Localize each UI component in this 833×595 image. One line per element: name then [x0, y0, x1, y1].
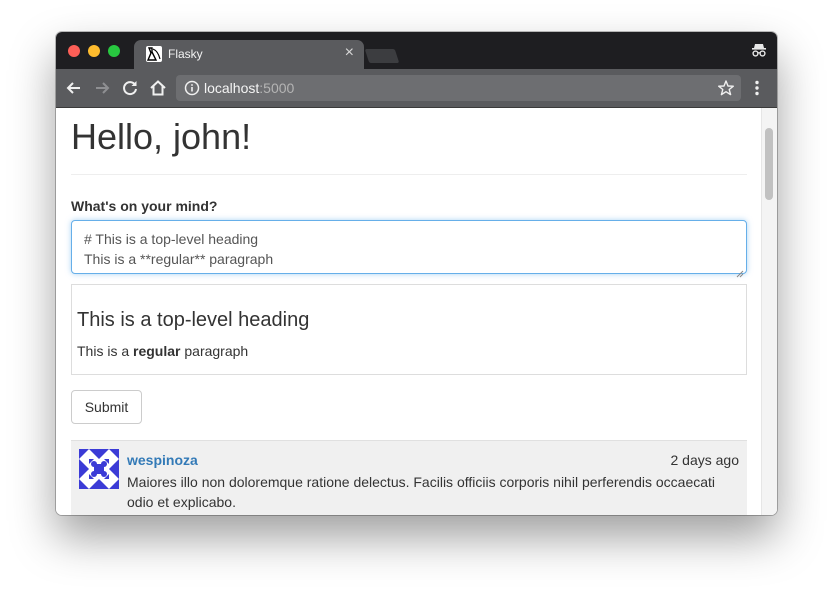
bookmark-star-icon[interactable]: [717, 79, 735, 97]
tab-close-icon[interactable]: ×: [345, 45, 354, 61]
home-icon[interactable]: [148, 78, 168, 98]
preview-text-before: This is a: [77, 343, 134, 359]
browser-window: Flasky × localhost:5000 Hello, john! Wha…: [56, 32, 777, 515]
post-timestamp: 2 days ago: [670, 452, 740, 468]
tab-title: Flasky: [168, 47, 203, 61]
post-author-link[interactable]: wespinoza: [127, 452, 198, 468]
title-divider: [71, 174, 747, 175]
window-close-button[interactable]: [68, 45, 80, 57]
flask-favicon-icon: [146, 46, 162, 62]
browser-toolbar: localhost:5000: [56, 69, 777, 108]
info-icon[interactable]: [184, 80, 200, 96]
window-minimize-button[interactable]: [88, 45, 100, 57]
window-maximize-button[interactable]: [108, 45, 120, 57]
address-bar[interactable]: localhost:5000: [176, 75, 741, 101]
post-body-text: Maiores illo non doloremque ratione dele…: [127, 474, 716, 510]
new-tab-button[interactable]: [364, 49, 400, 63]
forward-arrow-icon[interactable]: [92, 78, 112, 98]
post-body-textarea[interactable]: # This is a top-level heading This is a …: [71, 220, 747, 278]
preview-paragraph: This is a regular paragraph: [77, 343, 248, 359]
resize-grip-icon[interactable]: [736, 263, 744, 278]
incognito-icon: [750, 41, 768, 59]
url-port: :5000: [259, 80, 295, 96]
preview-heading: This is a top-level heading: [77, 309, 310, 331]
preview-text-after: paragraph: [180, 343, 249, 359]
back-arrow-icon[interactable]: [64, 78, 84, 98]
more-menu-icon[interactable]: [747, 78, 767, 98]
post-form-label: What's on your mind?: [71, 198, 218, 214]
url-host: localhost: [204, 80, 260, 96]
post-list-item: wespinoza 2 days ago Maiores illo non do…: [71, 440, 747, 515]
browser-tab-flasky[interactable]: Flasky ×: [134, 40, 364, 69]
reload-icon[interactable]: [120, 78, 140, 98]
textarea-line-2: This is a **regular** paragraph: [84, 251, 274, 267]
textarea-line-1: # This is a top-level heading: [84, 231, 259, 247]
scrollbar-thumb[interactable]: [765, 128, 773, 200]
avatar-identicon-icon[interactable]: [79, 449, 119, 489]
preview-text-bold: regular: [133, 343, 181, 359]
page-title: Hello, john!: [71, 116, 252, 157]
tab-strip: Flasky ×: [56, 32, 777, 69]
markdown-preview: This is a top-level heading This is a re…: [71, 284, 747, 375]
submit-button[interactable]: Submit: [71, 390, 142, 424]
page-scrollbar[interactable]: [761, 108, 777, 515]
page-viewport: Hello, john! What's on your mind? # This…: [56, 108, 777, 515]
url-text: localhost:5000: [204, 80, 294, 96]
